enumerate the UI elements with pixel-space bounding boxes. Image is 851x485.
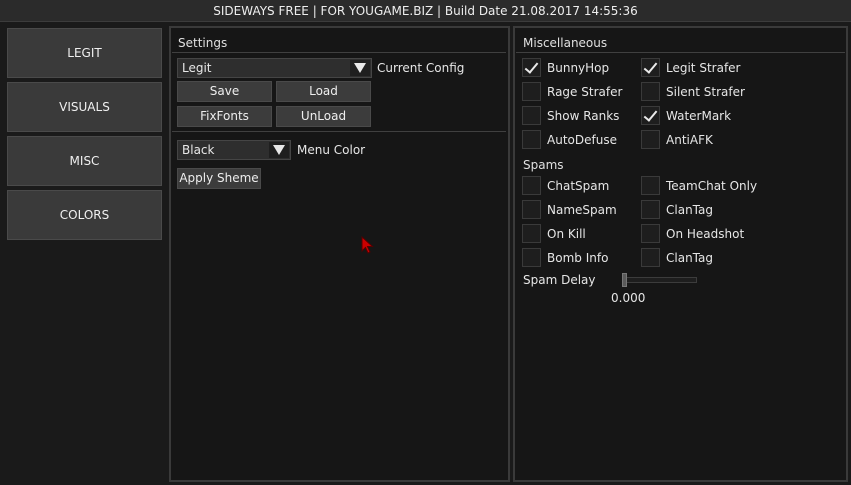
menu-color-label: Menu Color: [297, 143, 366, 157]
nav-colors-button[interactable]: COLORS: [7, 190, 162, 240]
mouse-cursor-icon: [361, 236, 374, 254]
silent-strafer-label: Silent Strafer: [666, 85, 745, 99]
rage-strafer-label: Rage Strafer: [547, 85, 623, 99]
rage-strafer-checkbox[interactable]: [522, 82, 541, 101]
teamchat-only-label: TeamChat Only: [666, 179, 758, 193]
autodefuse-checkbox[interactable]: [522, 130, 541, 149]
watermark-checkbox[interactable]: [641, 106, 660, 125]
bomb-info-label: Bomb Info: [547, 251, 609, 265]
bunnyhop-checkbox[interactable]: [522, 58, 541, 77]
spams-title: Spams: [523, 158, 564, 172]
fixfonts-button[interactable]: FixFonts: [177, 106, 272, 127]
on-kill-label: On Kill: [547, 227, 586, 241]
window-title: SIDEWAYS FREE | FOR YOUGAME.BIZ | Build …: [0, 0, 851, 22]
settings-title: Settings: [178, 36, 228, 50]
config-select-value: Legit: [182, 61, 212, 75]
nav-visuals-button[interactable]: VISUALS: [7, 82, 162, 132]
autodefuse-label: AutoDefuse: [547, 133, 617, 147]
load-button[interactable]: Load: [276, 81, 371, 102]
bomb-info-checkbox[interactable]: [522, 248, 541, 267]
misc-title: Miscellaneous: [523, 36, 608, 50]
clantag-checkbox[interactable]: [641, 200, 660, 219]
misc-divider: [516, 52, 845, 53]
legit-strafer-label: Legit Strafer: [666, 61, 741, 75]
settings-divider-2: [172, 131, 506, 132]
namespam-label: NameSpam: [547, 203, 617, 217]
apply-scheme-button[interactable]: Apply Sheme: [177, 168, 261, 189]
chevron-down-icon: [350, 60, 370, 76]
spam-delay-slider[interactable]: [622, 277, 697, 283]
teamchat-only-checkbox[interactable]: [641, 176, 660, 195]
spam-delay-slider-handle[interactable]: [622, 273, 627, 287]
on-headshot-checkbox[interactable]: [641, 224, 660, 243]
nav-legit-button[interactable]: LEGIT: [7, 28, 162, 78]
settings-divider: [172, 52, 506, 53]
show-ranks-checkbox[interactable]: [522, 106, 541, 125]
show-ranks-label: Show Ranks: [547, 109, 620, 123]
legit-strafer-checkbox[interactable]: [641, 58, 660, 77]
unload-button[interactable]: UnLoad: [276, 106, 371, 127]
clantag-2-checkbox[interactable]: [641, 248, 660, 267]
watermark-label: WaterMark: [666, 109, 732, 123]
save-button[interactable]: Save: [177, 81, 272, 102]
menu-color-select[interactable]: Black: [177, 140, 291, 160]
namespam-checkbox[interactable]: [522, 200, 541, 219]
spam-delay-label: Spam Delay: [523, 273, 596, 287]
on-headshot-label: On Headshot: [666, 227, 745, 241]
chatspam-checkbox[interactable]: [522, 176, 541, 195]
antiafk-checkbox[interactable]: [641, 130, 660, 149]
antiafk-label: AntiAFK: [666, 133, 713, 147]
chevron-down-icon: [269, 142, 289, 158]
menu-color-value: Black: [182, 143, 215, 157]
chatspam-label: ChatSpam: [547, 179, 610, 193]
spam-delay-value: 0.000: [611, 291, 646, 305]
silent-strafer-checkbox[interactable]: [641, 82, 660, 101]
clantag-label: ClanTag: [666, 203, 713, 217]
config-select[interactable]: Legit: [177, 58, 372, 78]
bunnyhop-label: BunnyHop: [547, 61, 610, 75]
on-kill-checkbox[interactable]: [522, 224, 541, 243]
config-select-label: Current Config: [377, 61, 465, 75]
clantag-2-label: ClanTag: [666, 251, 713, 265]
nav-misc-button[interactable]: MISC: [7, 136, 162, 186]
